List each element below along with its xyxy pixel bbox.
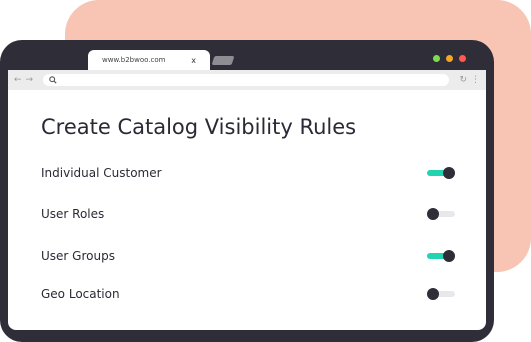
tab-title: www.b2bwoo.com <box>102 56 166 64</box>
rule-label: User Roles <box>41 207 105 221</box>
rule-label: User Groups <box>41 249 115 263</box>
toggle-knob <box>427 288 439 300</box>
toggle-knob <box>443 250 455 262</box>
toggle-knob <box>443 167 455 179</box>
rule-label: Geo Location <box>41 287 120 301</box>
rule-label: Individual Customer <box>41 166 162 180</box>
window-controls <box>433 55 466 62</box>
reload-icon[interactable]: ↻ <box>459 75 467 85</box>
search-icon <box>49 76 57 84</box>
maximize-dot[interactable] <box>446 55 453 62</box>
user-roles-toggle[interactable] <box>427 208 455 220</box>
browser-toolbar: ← → ↻ ⋮ <box>8 70 486 90</box>
page-title: Create Catalog Visibility Rules <box>41 115 357 139</box>
rule-row-individual-customer: Individual Customer <box>41 163 455 183</box>
user-groups-toggle[interactable] <box>427 250 455 262</box>
browser-window: www.b2bwoo.com x ← → ↻ ⋮ Create Catalog … <box>0 40 494 342</box>
minimize-dot[interactable] <box>433 55 440 62</box>
arrow-right-icon[interactable]: → <box>26 75 34 85</box>
rule-row-user-groups: User Groups <box>41 246 455 266</box>
toggle-knob <box>427 208 439 220</box>
address-bar[interactable] <box>43 74 450 86</box>
rule-row-geo-location: Geo Location <box>41 284 455 304</box>
geo-location-toggle[interactable] <box>427 288 455 300</box>
arrow-left-icon[interactable]: ← <box>14 75 22 85</box>
page-content: Create Catalog Visibility Rules Individu… <box>8 90 486 330</box>
tab-close-icon[interactable]: x <box>191 56 196 65</box>
browser-tab[interactable]: www.b2bwoo.com x <box>88 50 210 70</box>
rule-row-user-roles: User Roles <box>41 204 455 224</box>
close-dot[interactable] <box>459 55 466 62</box>
individual-customer-toggle[interactable] <box>427 167 455 179</box>
more-vert-icon[interactable]: ⋮ <box>471 75 480 85</box>
new-tab-button[interactable] <box>211 56 235 65</box>
